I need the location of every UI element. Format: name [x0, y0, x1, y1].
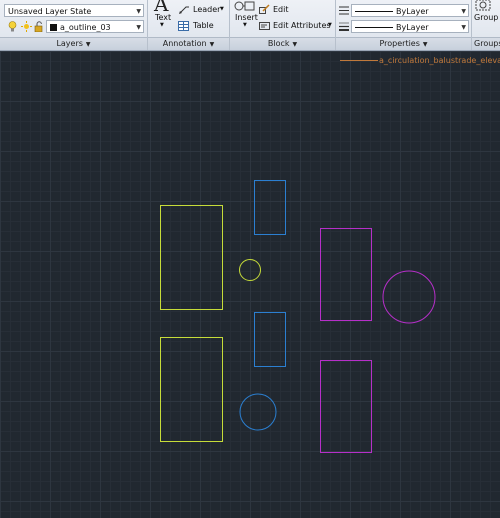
layers-panel: Unsaved Layer State ▼ a_outline_03 ▼ Lay…: [0, 0, 148, 50]
edit-block-button[interactable]: Edit: [259, 3, 299, 17]
lineweight-sample: [355, 27, 393, 28]
text-label: Text: [155, 13, 172, 22]
chevron-down-icon: ▼: [209, 41, 215, 48]
properties-panel: ByLayer ▼ ByLayer ▼ Properties ▼: [336, 0, 472, 50]
groups-title: Groups: [474, 39, 500, 48]
edit-attributes-label: Edit Attributes: [273, 21, 331, 30]
annotation-panel: A Text ▼ Leader ▼ Table Annotation ▼: [148, 0, 230, 50]
chevron-down-icon: ▼: [422, 41, 428, 48]
annotation-title: Annotation: [162, 39, 207, 48]
linetype-value: ByLayer: [396, 7, 429, 16]
ribbon: Unsaved Layer State ▼ a_outline_03 ▼ Lay…: [0, 0, 500, 51]
layers-panel-title[interactable]: Layers ▼: [0, 37, 147, 50]
magenta-rectangle-upper[interactable]: [320, 228, 372, 321]
groups-panel: Group Groups: [472, 0, 500, 50]
annotation-panel-title[interactable]: Annotation ▼: [148, 37, 229, 50]
edit-label: Edit: [273, 5, 289, 14]
chevron-down-icon: ▼: [136, 8, 141, 15]
chevron-down-icon: ▼: [160, 22, 164, 28]
group-icon: [475, 0, 491, 11]
table-button[interactable]: Table: [178, 19, 228, 33]
linetype-sample: [355, 11, 393, 12]
linetype-icon[interactable]: [339, 6, 349, 15]
table-label: Table: [193, 21, 214, 30]
lineweight-value: ByLayer: [396, 23, 429, 32]
insert-block-icon: [234, 1, 255, 11]
layers-title: Layers: [56, 39, 83, 48]
block-panel-title[interactable]: Block ▼: [230, 37, 335, 50]
blue-rectangle-upper[interactable]: [254, 180, 286, 235]
blue-circle[interactable]: [239, 393, 277, 431]
current-layer-name: a_outline_03: [60, 23, 111, 32]
drawing-canvas[interactable]: a_circulation_balustrade_elevation: [0, 51, 500, 518]
lineweight-icon[interactable]: [339, 22, 349, 31]
drawing-geometry[interactable]: [0, 51, 500, 518]
leader-button[interactable]: Leader ▼: [178, 3, 228, 17]
lightbulb-icon[interactable]: [8, 21, 17, 32]
group-button[interactable]: Group: [473, 0, 500, 36]
leader-label: Leader: [193, 5, 221, 14]
magenta-rectangle-lower[interactable]: [320, 360, 372, 453]
lineweight-dropdown[interactable]: ByLayer ▼: [351, 20, 469, 33]
yellow-rectangle-upper[interactable]: [160, 205, 223, 310]
table-icon: [178, 21, 189, 31]
yellow-circle[interactable]: [239, 259, 261, 281]
chevron-down-icon: ▼: [461, 24, 466, 31]
groups-panel-title[interactable]: Groups: [472, 37, 500, 50]
chevron-down-icon: ▼: [243, 22, 247, 28]
leader-icon: [179, 6, 189, 14]
layer-dropdown[interactable]: a_outline_03 ▼: [46, 20, 144, 33]
yellow-rectangle-lower[interactable]: [160, 337, 223, 442]
chevron-down-icon: ▼: [136, 24, 141, 31]
block-panel: Insert ▼ Edit Edit Attributes ▼ Block ▼: [230, 0, 336, 50]
layer-state-value: Unsaved Layer State: [8, 7, 92, 16]
chevron-down-icon: ▼: [85, 41, 91, 48]
insert-button[interactable]: Insert ▼: [232, 0, 258, 36]
chevron-down-icon: ▼: [328, 22, 332, 28]
edit-block-icon: [259, 4, 270, 14]
edit-attributes-icon: [259, 22, 270, 30]
insert-label: Insert: [235, 13, 258, 22]
text-button[interactable]: A Text ▼: [150, 0, 174, 36]
block-title: Block: [267, 39, 290, 48]
sun-freeze-icon[interactable]: [21, 21, 32, 32]
linetype-dropdown[interactable]: ByLayer ▼: [351, 4, 469, 17]
group-label: Group: [474, 13, 499, 22]
layer-state-dropdown[interactable]: Unsaved Layer State ▼: [4, 4, 144, 17]
magenta-circle[interactable]: [382, 270, 436, 324]
properties-panel-title[interactable]: Properties ▼: [336, 37, 471, 50]
blue-rectangle-lower[interactable]: [254, 312, 286, 367]
chevron-down-icon: ▼: [220, 6, 224, 12]
chevron-down-icon: ▼: [292, 41, 298, 48]
properties-title: Properties: [379, 39, 420, 48]
chevron-down-icon: ▼: [461, 8, 466, 15]
lock-icon[interactable]: [34, 21, 44, 32]
edit-attributes-button[interactable]: Edit Attributes ▼: [259, 19, 335, 33]
layer-color-swatch: [50, 24, 57, 31]
